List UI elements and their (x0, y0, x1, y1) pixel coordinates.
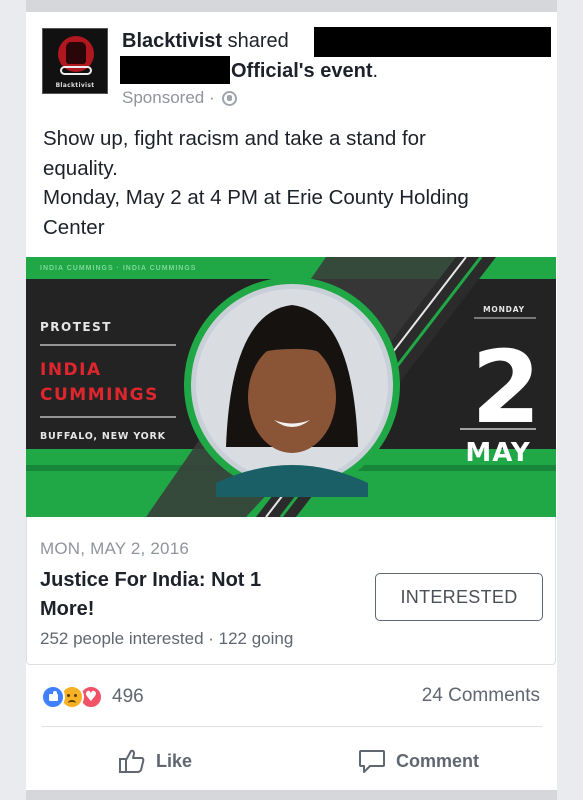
post-header-line2: Official's event. (231, 60, 378, 83)
event-cover-image[interactable]: INDIA CUMMINGS · INDIA CUMMINGS PROTEST … (26, 257, 556, 517)
portrait-face (248, 341, 336, 453)
banner-month: MAY (465, 438, 531, 468)
event-banner-graphic: INDIA CUMMINGS · INDIA CUMMINGS PROTEST … (26, 257, 556, 517)
page-name-link[interactable]: Blacktivist (122, 30, 222, 52)
header-period: . (372, 60, 379, 82)
redaction-bar (314, 27, 551, 57)
comment-label: Comment (396, 750, 480, 771)
event-details-box[interactable]: MON, MAY 2, 2016 Justice For India: Not … (26, 517, 556, 665)
event-title-line: More! (40, 598, 95, 620)
event-attendance: 252 people interested · 122 going (40, 629, 294, 648)
handcuff-icon (60, 66, 92, 75)
post-text-line: equality. (43, 156, 118, 180)
like-label: Like (156, 750, 193, 771)
globe-icon[interactable] (221, 90, 237, 106)
page-avatar[interactable]: Blacktivist (42, 28, 108, 94)
post-text-line: Monday, May 2 at 4 PM at Erie County Hol… (43, 186, 469, 209)
event-title-line: Justice For India: Not 1 (40, 569, 262, 591)
banner-name-line1: INDIA (40, 360, 102, 380)
sponsored-row: Sponsored · (122, 88, 237, 108)
reactions-summary[interactable]: 496 (41, 683, 144, 711)
like-reaction-icon (41, 685, 65, 709)
event-owner-link[interactable]: Official's event (231, 60, 372, 82)
banner-protest-label: PROTEST (40, 320, 112, 334)
next-post-edge (26, 790, 557, 800)
event-title[interactable]: Justice For India: Not 1 More! (40, 566, 330, 624)
previous-post-edge (26, 0, 557, 12)
sponsored-post-card: Blacktivist Blacktivist shared Official'… (26, 12, 557, 790)
banner-weekday: MONDAY (483, 305, 525, 314)
event-date: MON, MAY 2, 2016 (40, 539, 190, 558)
interested-button[interactable]: INTERESTED (375, 573, 543, 621)
post-message: Show up, fight racism and take a stand f… (43, 124, 543, 242)
like-button[interactable]: Like (118, 746, 192, 776)
banner-strip-text: INDIA CUMMINGS · INDIA CUMMINGS (40, 265, 196, 272)
post-text-line: Show up, fight racism and take a stand f… (43, 127, 426, 150)
comment-bubble-icon (359, 750, 385, 773)
divider (42, 726, 542, 727)
avatar-label: Blacktivist (55, 82, 95, 89)
comment-button[interactable]: Comment (358, 746, 479, 776)
post-text-line: Center (43, 215, 105, 239)
redaction-bar (120, 56, 230, 84)
reaction-count: 496 (112, 686, 144, 707)
banner-location: BUFFALO, NEW YORK (40, 431, 166, 442)
comment-count-link[interactable]: 24 Comments (422, 685, 540, 707)
thumbs-up-icon (119, 749, 145, 773)
shared-word: shared (227, 30, 289, 52)
sponsored-label[interactable]: Sponsored · (122, 88, 215, 108)
banner-name-line2: CUMMINGS (40, 385, 159, 405)
post-header-line1: Blacktivist shared (122, 30, 289, 53)
fist-icon (66, 42, 86, 64)
